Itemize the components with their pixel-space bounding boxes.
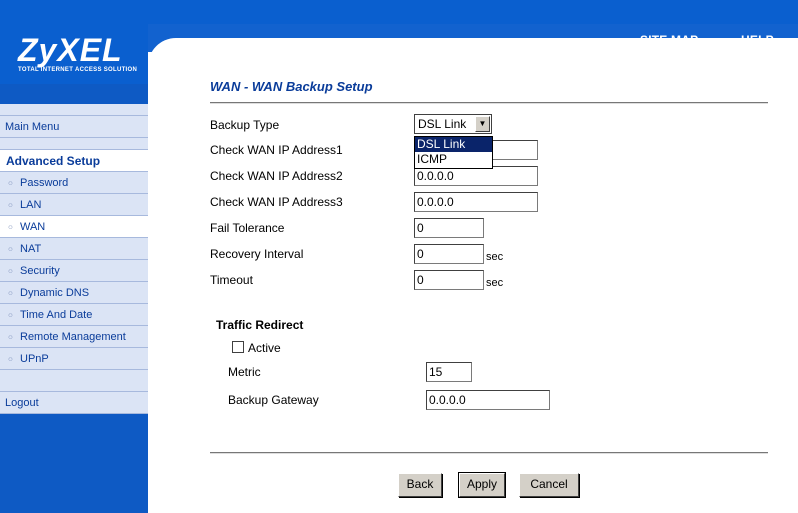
bullet-icon: ○ [8, 354, 13, 363]
sidebar-item-label: Security [20, 264, 60, 277]
sidebar-item-label: Dynamic DNS [20, 286, 90, 299]
active-label: Active [248, 341, 281, 355]
main-menu-label: Main Menu [5, 120, 60, 133]
recovery-interval-label: Recovery Interval [210, 247, 304, 261]
sidebar-item-upnp[interactable]: ○ UPnP [0, 348, 148, 370]
sidebar-item-security[interactable]: ○ Security [0, 260, 148, 282]
apply-button[interactable]: Apply [458, 472, 506, 498]
bullet-icon: ○ [8, 288, 13, 297]
bullet-icon: ○ [8, 178, 13, 187]
backup-gateway-input[interactable] [426, 390, 550, 410]
advanced-setup-heading: Advanced Setup [0, 150, 148, 172]
metric-input[interactable] [426, 362, 472, 382]
chevron-down-icon[interactable]: ▼ [475, 116, 490, 132]
sidebar-item-lan[interactable]: ○ LAN [0, 194, 148, 216]
page-title: WAN - WAN Backup Setup [210, 79, 373, 94]
backup-type-label: Backup Type [210, 118, 280, 132]
check-wan-ip-3-label: Check WAN IP Address3 [210, 195, 343, 209]
recovery-interval-unit: sec [486, 251, 504, 263]
sidebar-item-label: Remote Management [20, 330, 126, 343]
sidebar-item-label: Time And Date [20, 308, 93, 321]
check-wan-ip-2-label: Check WAN IP Address2 [210, 169, 343, 183]
recovery-interval-input[interactable] [414, 244, 484, 264]
main-menu-link[interactable]: Main Menu [0, 116, 148, 138]
timeout-unit: sec [486, 277, 504, 289]
sidebar-item-dynamic-dns[interactable]: ○ Dynamic DNS [0, 282, 148, 304]
content-corner [148, 38, 798, 68]
logout-link[interactable]: Logout [0, 392, 148, 414]
sidebar-item-password[interactable]: ○ Password [0, 172, 148, 194]
bullet-icon: ○ [8, 310, 13, 319]
bullet-icon: ○ [8, 266, 13, 275]
fail-tolerance-input[interactable] [414, 218, 484, 238]
sidebar-item-wan[interactable]: ○ WAN [0, 216, 148, 238]
option-dsl-link[interactable]: DSL Link [415, 137, 492, 152]
backup-gateway-label: Backup Gateway [228, 393, 319, 407]
back-button[interactable]: Back [398, 473, 442, 497]
timeout-input[interactable] [414, 270, 484, 290]
menu-spacer [0, 138, 148, 150]
cancel-button[interactable]: Cancel [519, 473, 579, 497]
sidebar-item-label: NAT [20, 242, 42, 255]
sidebar-item-label: UPnP [20, 352, 49, 365]
check-wan-ip-3-input[interactable] [414, 192, 538, 212]
sidebar-item-time-and-date[interactable]: ○ Time And Date [0, 304, 148, 326]
logo: ZyXEL TOTAL INTERNET ACCESS SOLUTION [0, 24, 148, 84]
backup-type-select[interactable]: DSL Link ▼ [414, 114, 492, 134]
top-banner [0, 0, 798, 24]
fail-tolerance-label: Fail Tolerance [210, 221, 285, 235]
sidebar-item-label: Password [20, 176, 69, 189]
metric-label: Metric [228, 365, 261, 379]
site-map-link[interactable]: SITE MAP [640, 33, 698, 47]
active-checkbox[interactable] [232, 341, 244, 353]
sidebar-item-label: LAN [20, 198, 42, 211]
option-icmp[interactable]: ICMP [415, 152, 492, 167]
sidebar-item-label: WAN [20, 220, 46, 233]
logo-text: ZyXEL [18, 32, 123, 68]
sidebar-item-remote-management[interactable]: ○ Remote Management [0, 326, 148, 348]
bullet-icon: ○ [8, 222, 13, 231]
backup-type-value: DSL Link [418, 117, 467, 131]
menu-spacer [0, 370, 148, 392]
check-wan-ip-2-input[interactable] [414, 166, 538, 186]
logo-tagline: TOTAL INTERNET ACCESS SOLUTION [18, 67, 138, 73]
sidebar: ZyXEL TOTAL INTERNET ACCESS SOLUTION Mai… [0, 24, 148, 513]
traffic-redirect-heading: Traffic Redirect [216, 318, 304, 332]
timeout-label: Timeout [210, 273, 253, 287]
bullet-icon: ○ [8, 332, 13, 341]
bullet-icon: ○ [8, 244, 13, 253]
divider [210, 452, 768, 454]
check-wan-ip-1-label: Check WAN IP Address1 [210, 143, 343, 157]
advanced-setup-label: Advanced Setup [6, 153, 101, 168]
bullet-icon: ○ [8, 200, 13, 209]
backup-type-dropdown: DSL Link ICMP [414, 136, 493, 169]
logout-label: Logout [5, 396, 39, 409]
help-link[interactable]: HELP [741, 33, 774, 47]
sidebar-item-nat[interactable]: ○ NAT [0, 238, 148, 260]
divider [210, 102, 768, 104]
menu-spacer [0, 104, 148, 116]
